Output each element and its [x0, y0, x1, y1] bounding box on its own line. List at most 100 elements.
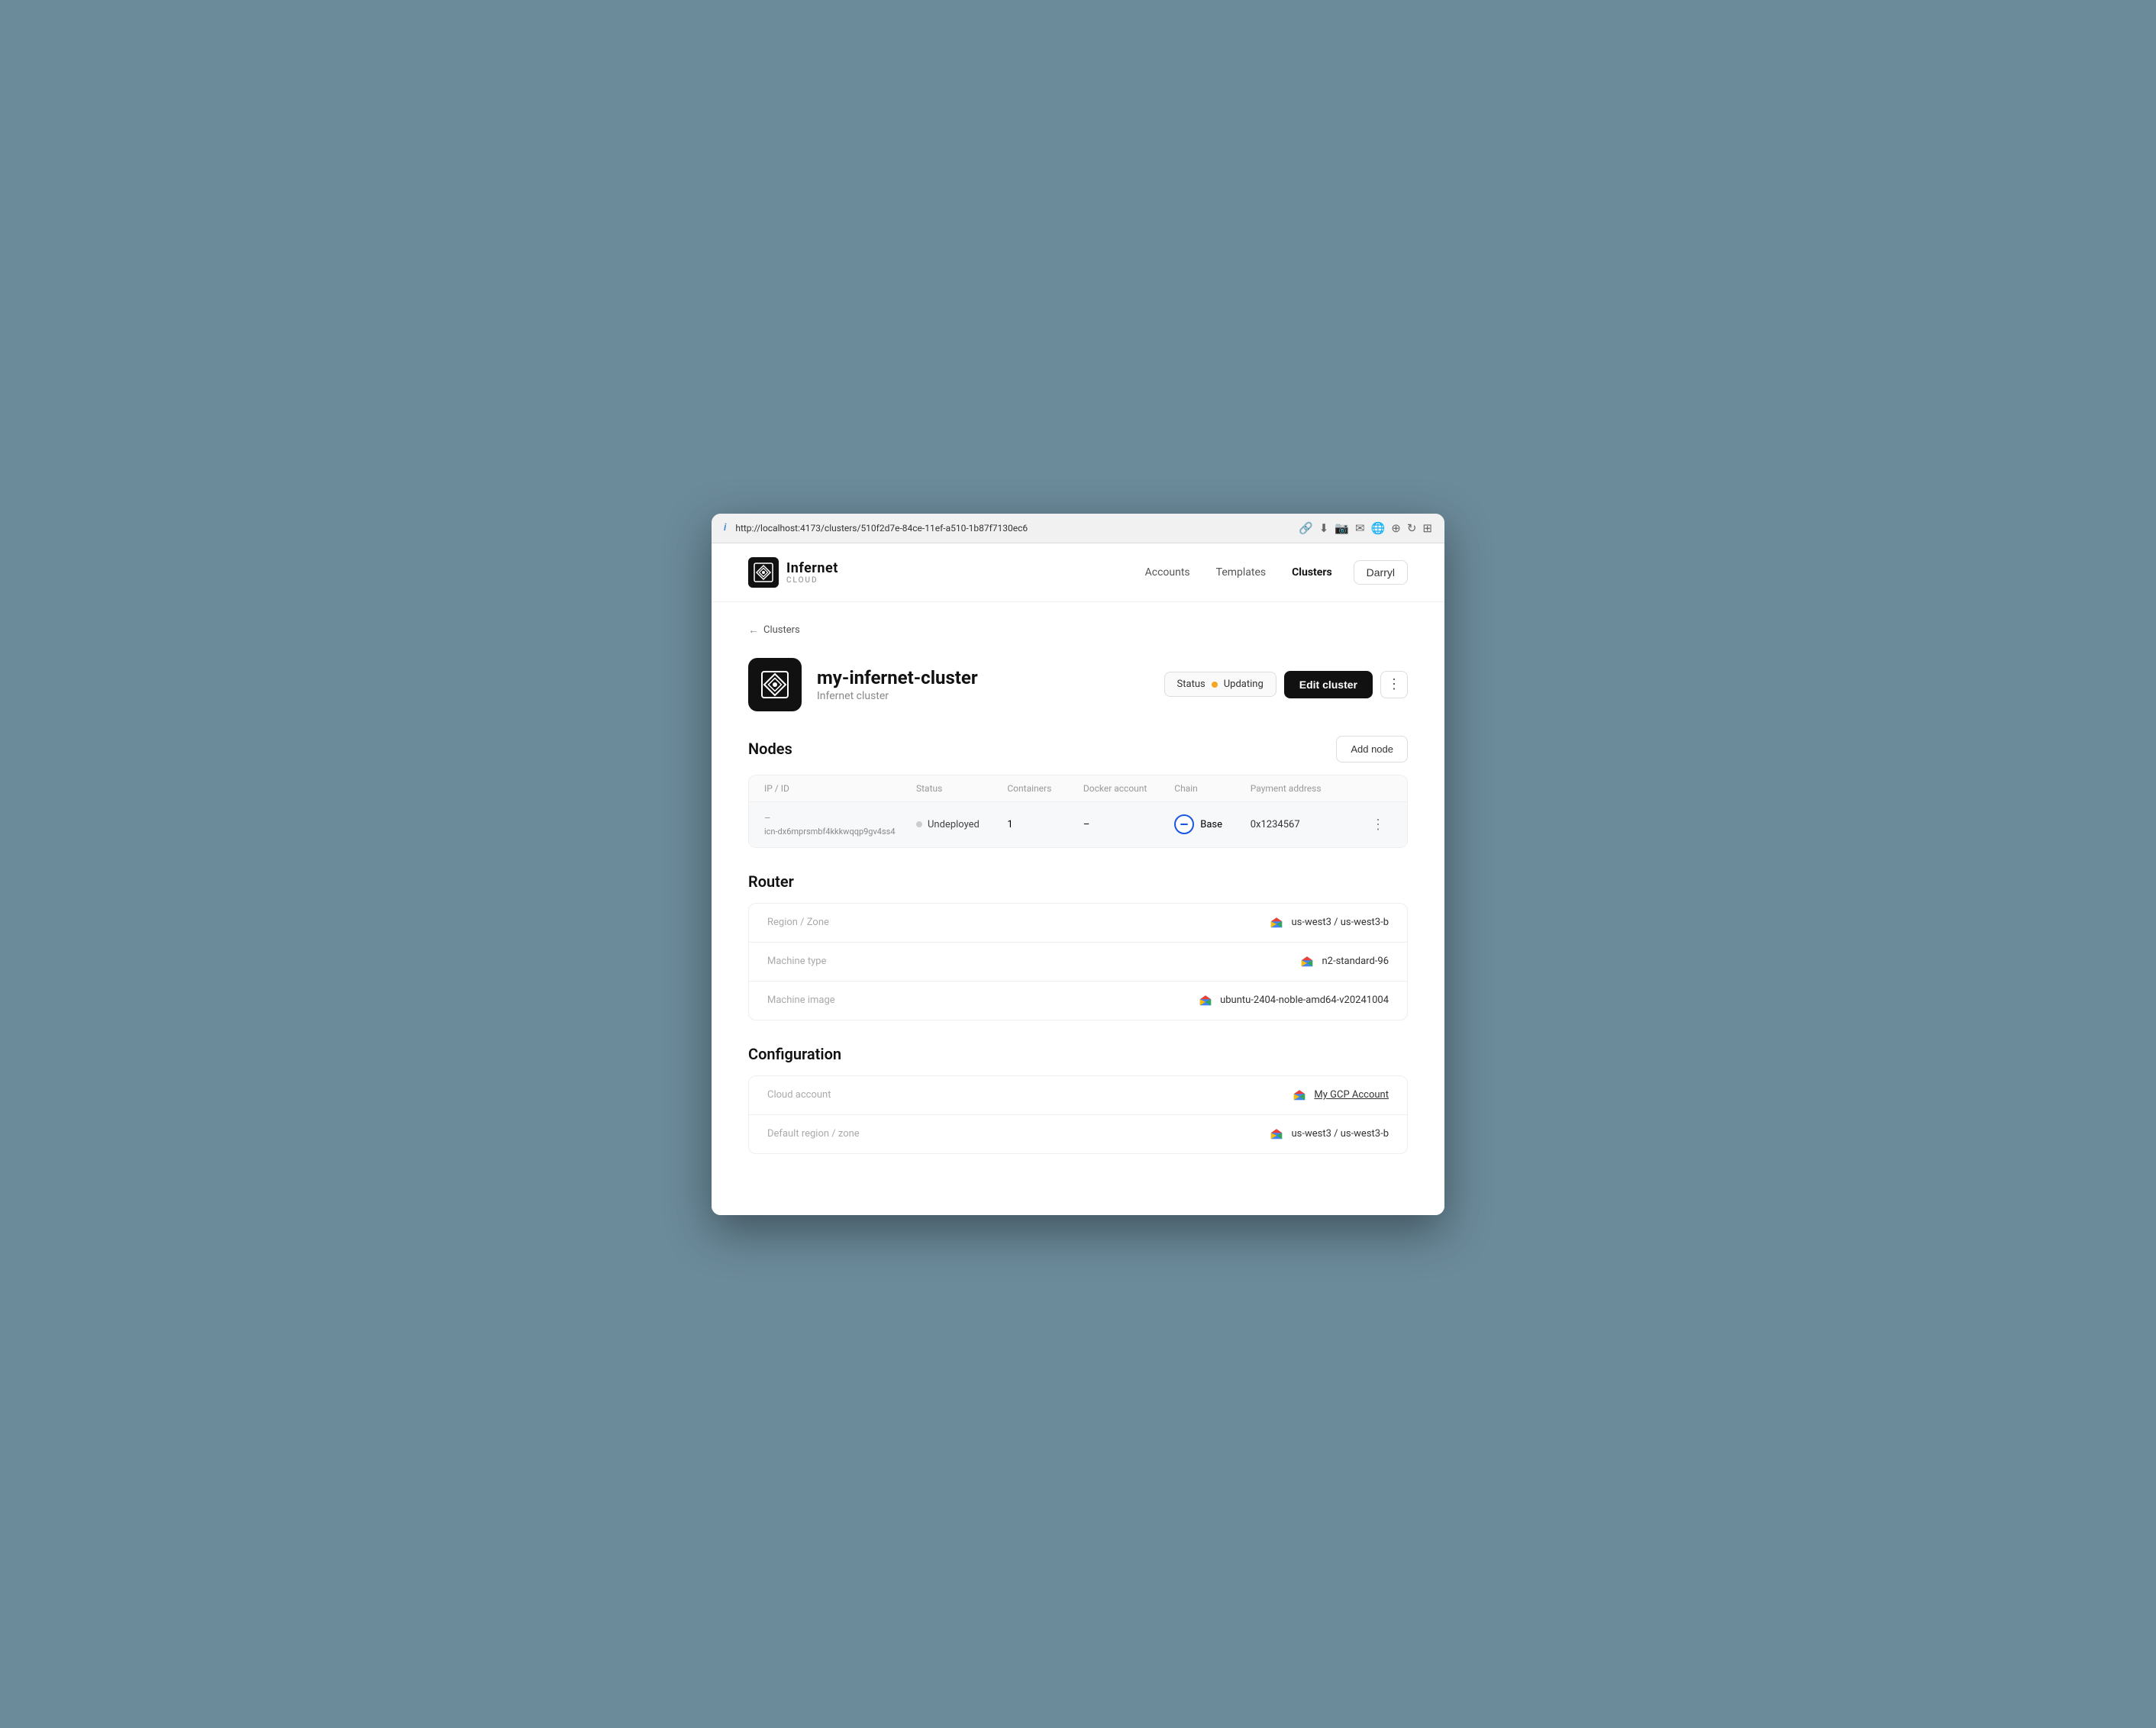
chain-label: Base	[1200, 819, 1222, 830]
node-chain: Base	[1174, 814, 1250, 834]
logo-name: Infernet	[786, 560, 838, 576]
nodes-section-header: Nodes Add node	[748, 736, 1408, 762]
logo-svg	[754, 563, 773, 582]
col-actions	[1364, 783, 1392, 794]
router-machine-row: Machine type n2-standard-96	[749, 943, 1407, 982]
payment-address: 0x1234567	[1251, 819, 1364, 830]
node-docker: –	[1083, 819, 1174, 830]
cluster-header: my-infernet-cluster Infernet cluster Sta…	[748, 658, 1408, 711]
config-region-value: us-west3 / us-west3-b	[1268, 1127, 1389, 1141]
node-containers: 1	[1007, 819, 1083, 830]
router-image-label: Machine image	[767, 995, 835, 1006]
router-image-text: ubuntu-2404-noble-amd64-v20241004	[1220, 995, 1389, 1006]
table-header: IP / ID Status Containers Docker account…	[749, 775, 1407, 802]
logo-sub: CLOUD	[786, 576, 838, 585]
base-minus	[1180, 824, 1188, 825]
gcp-icon-account	[1291, 1088, 1308, 1102]
gcp-icon-default-region	[1268, 1127, 1285, 1141]
cluster-actions: Status Updating Edit cluster ⋮	[1164, 671, 1408, 698]
cluster-more-button[interactable]: ⋮	[1380, 671, 1408, 698]
node-id: icn-dx6mprsmbf4kkkwqqp9gv4ss4	[764, 827, 916, 837]
router-region-row: Region / Zone us-west3 / us-west3-b	[749, 904, 1407, 943]
nav-clusters[interactable]: Clusters	[1281, 560, 1343, 585]
node-ip-id: – icn-dx6mprsmbf4kkkwqqp9gv4ss4	[764, 813, 916, 837]
router-card: Region / Zone us-west3 / us-west3-b Mach…	[748, 903, 1408, 1020]
target-icon[interactable]: ⊕	[1391, 521, 1401, 535]
browser-window: i http://localhost:4173/clusters/510f2d7…	[712, 514, 1444, 1215]
status-label: Status	[1177, 679, 1205, 690]
router-image-value: ubuntu-2404-noble-amd64-v20241004	[1197, 994, 1389, 1007]
breadcrumb-arrow: ←	[748, 624, 759, 637]
config-account-text[interactable]: My GCP Account	[1314, 1089, 1389, 1101]
router-section-header: Router	[748, 872, 1408, 891]
info-icon: i	[724, 522, 726, 534]
router-machine-text: n2-standard-96	[1322, 956, 1389, 967]
config-account-label: Cloud account	[767, 1089, 831, 1101]
node-status: Undeployed	[916, 819, 1007, 830]
undeployed-dot	[916, 821, 922, 827]
logo-text: Infernet CLOUD	[786, 560, 838, 585]
node-status-label: Undeployed	[928, 819, 980, 830]
col-status: Status	[916, 783, 1007, 794]
config-account-value: My GCP Account	[1291, 1088, 1389, 1102]
breadcrumb[interactable]: ← Clusters	[748, 624, 1408, 637]
col-payment: Payment address	[1251, 783, 1364, 794]
grid-icon[interactable]: ⊞	[1422, 521, 1432, 535]
nav-templates[interactable]: Templates	[1205, 560, 1277, 585]
col-docker: Docker account	[1083, 783, 1174, 794]
nav-user-button[interactable]: Darryl	[1354, 560, 1408, 585]
logo: Infernet CLOUD	[748, 557, 838, 588]
node-ip: –	[764, 813, 916, 824]
base-chain-icon	[1174, 814, 1194, 834]
nav-links: Accounts Templates Clusters Darryl	[1134, 560, 1408, 585]
nodes-title: Nodes	[748, 740, 792, 758]
logo-icon	[748, 557, 779, 588]
browser-url: http://localhost:4173/clusters/510f2d7e-…	[735, 523, 1289, 534]
camera-icon[interactable]: 📷	[1335, 521, 1349, 535]
table-row: – icn-dx6mprsmbf4kkkwqqp9gv4ss4 Undeploy…	[749, 802, 1407, 847]
config-region-label: Default region / zone	[767, 1128, 860, 1140]
cluster-info: my-infernet-cluster Infernet cluster	[817, 667, 1149, 702]
download-icon[interactable]: ⬇	[1319, 521, 1329, 535]
config-account-row: Cloud account My GCP Account	[749, 1076, 1407, 1115]
link-icon[interactable]: 🔗	[1299, 521, 1313, 535]
gcp-icon-region	[1268, 916, 1285, 930]
status-badge: Status Updating	[1164, 672, 1276, 697]
router-title: Router	[748, 872, 794, 891]
gcp-icon-machine	[1299, 955, 1315, 969]
browser-actions: 🔗 ⬇ 📷 ✉ 🌐 ⊕ ↻ ⊞	[1299, 521, 1432, 535]
globe-icon[interactable]: 🌐	[1371, 521, 1386, 535]
router-machine-label: Machine type	[767, 956, 826, 967]
main-content: ← Clusters my-infernet-cluster Infernet …	[712, 602, 1444, 1215]
edit-cluster-button[interactable]: Edit cluster	[1284, 671, 1373, 698]
config-title: Configuration	[748, 1045, 841, 1063]
config-region-text: us-west3 / us-west3-b	[1291, 1128, 1389, 1140]
add-node-button[interactable]: Add node	[1336, 736, 1408, 762]
refresh-icon[interactable]: ↻	[1407, 521, 1417, 535]
cluster-name: my-infernet-cluster	[817, 667, 1149, 688]
col-containers: Containers	[1007, 783, 1083, 794]
col-chain: Chain	[1174, 783, 1250, 794]
main-nav: Infernet CLOUD Accounts Templates Cluste…	[712, 543, 1444, 602]
nodes-table: IP / ID Status Containers Docker account…	[748, 775, 1408, 848]
status-value: Updating	[1224, 679, 1264, 690]
router-region-label: Region / Zone	[767, 917, 829, 928]
config-region-row: Default region / zone us-west3 / us-west…	[749, 1115, 1407, 1153]
cluster-logo	[748, 658, 802, 711]
mail-icon[interactable]: ✉	[1355, 521, 1365, 535]
config-section-header: Configuration	[748, 1045, 1408, 1063]
router-machine-value: n2-standard-96	[1299, 955, 1389, 969]
status-dot	[1212, 682, 1218, 688]
router-image-row: Machine image ubuntu-2404-noble-amd64-v2…	[749, 982, 1407, 1020]
col-ip-id: IP / ID	[764, 783, 916, 794]
cluster-subtitle: Infernet cluster	[817, 690, 1149, 702]
browser-bar: i http://localhost:4173/clusters/510f2d7…	[712, 514, 1444, 543]
nav-accounts[interactable]: Accounts	[1134, 560, 1201, 585]
breadcrumb-label: Clusters	[763, 624, 800, 636]
cluster-logo-svg	[760, 670, 789, 699]
gcp-icon-image	[1197, 994, 1214, 1007]
config-card: Cloud account My GCP Account Default reg…	[748, 1075, 1408, 1154]
row-more-button[interactable]: ⋮	[1364, 817, 1392, 833]
router-region-value: us-west3 / us-west3-b	[1268, 916, 1389, 930]
router-region-text: us-west3 / us-west3-b	[1291, 917, 1389, 928]
